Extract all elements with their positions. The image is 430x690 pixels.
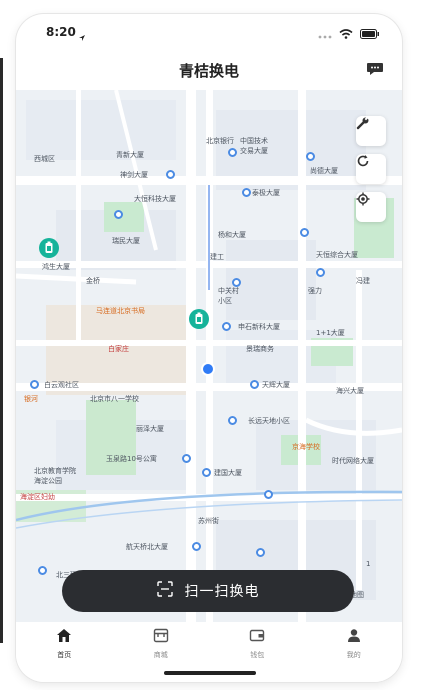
map-label: 白家庄 bbox=[108, 345, 129, 353]
map-label: 马连道北京书局 bbox=[96, 307, 145, 315]
map-label: 京海学校 bbox=[292, 443, 320, 451]
map-label: 西城区 bbox=[34, 155, 55, 163]
map-label: 苏州街 bbox=[198, 517, 219, 525]
shop-icon bbox=[153, 628, 169, 647]
poi-marker bbox=[250, 380, 259, 389]
poi-marker bbox=[228, 416, 237, 425]
map-label: 北京教育学院 bbox=[34, 467, 76, 475]
message-icon[interactable] bbox=[366, 61, 384, 81]
status-bar: 8:20 bbox=[16, 14, 402, 46]
poi-marker bbox=[192, 542, 201, 551]
map-label: 1+1大厦 bbox=[316, 329, 345, 337]
user-icon bbox=[346, 628, 362, 647]
map-label: 时代网络大厦 bbox=[332, 457, 374, 465]
poi-marker bbox=[316, 268, 325, 277]
page-title: 青桔换电 bbox=[178, 62, 239, 80]
map-label: 神剑大厦 bbox=[120, 171, 148, 179]
scan-swap-button[interactable]: 扫一扫换电 bbox=[62, 570, 354, 612]
poi-marker bbox=[264, 490, 273, 499]
map-label: 中国技术 bbox=[240, 137, 268, 145]
locate-me-button[interactable] bbox=[356, 192, 386, 222]
refresh-map-button[interactable] bbox=[356, 154, 386, 184]
signal-dots-icon bbox=[318, 24, 332, 43]
map-label: 申石新科大厦 bbox=[238, 323, 280, 331]
map-label: 泰极大厦 bbox=[252, 189, 280, 197]
map-label: 银河 bbox=[24, 395, 38, 403]
home-indicator bbox=[164, 671, 256, 675]
status-time: 8:20 bbox=[46, 25, 76, 39]
map-label: 玉泉路10号公寓 bbox=[106, 455, 157, 463]
poi-marker bbox=[306, 152, 315, 161]
tab-profile[interactable]: 我的 bbox=[306, 622, 403, 682]
wallet-icon bbox=[249, 628, 265, 647]
map-label: 尚德大厦 bbox=[310, 167, 338, 175]
repair-tool-button[interactable] bbox=[356, 116, 386, 146]
map-label: 小区 bbox=[218, 297, 232, 305]
scan-button-label: 扫一扫换电 bbox=[184, 584, 260, 600]
map-label: 交易大厦 bbox=[240, 147, 268, 155]
wifi-icon bbox=[339, 24, 353, 43]
map-label: 建国大厦 bbox=[214, 469, 242, 477]
map-label: 鸿生大厦 bbox=[42, 263, 70, 271]
map-label: 天恒综合大厦 bbox=[316, 251, 358, 259]
map-label: 北京银行 bbox=[206, 137, 234, 145]
poi-marker bbox=[300, 228, 309, 237]
map-label: 建工 bbox=[210, 253, 224, 261]
map-label: 航天桥北大厦 bbox=[126, 543, 168, 551]
tab-label: 首页 bbox=[57, 651, 72, 659]
map-label: 景瑞商务 bbox=[246, 345, 274, 353]
poi-marker bbox=[222, 322, 231, 331]
backdrop-edge-line bbox=[0, 58, 3, 643]
poi-marker bbox=[256, 548, 265, 557]
map-view[interactable]: 西城区 北京银行 中国技术 交易大厦 青新大厦 神剑大厦 尚德大厦 大恒科技大厦… bbox=[16, 90, 402, 622]
poi-marker bbox=[30, 380, 39, 389]
poi-marker bbox=[182, 454, 191, 463]
phone-screen: 8:20 青桔换电 西城区 北京银行 中国技术 交易大厦 青新大厦 神剑大厦 尚… bbox=[16, 14, 402, 682]
map-label: 长远天地小区 bbox=[248, 417, 290, 425]
tab-home[interactable]: 首页 bbox=[16, 622, 113, 682]
map-roads bbox=[16, 90, 402, 622]
header-bar: 青桔换电 bbox=[16, 54, 402, 90]
map-label: 北京市八一学校 bbox=[90, 395, 139, 403]
map-label: 海淀公园 bbox=[34, 477, 62, 485]
map-label: 青新大厦 bbox=[116, 151, 144, 159]
map-label: 海兴大厦 bbox=[336, 387, 364, 395]
tab-label: 我的 bbox=[346, 651, 361, 659]
map-label: 强力 bbox=[308, 287, 322, 295]
poi-marker bbox=[166, 170, 175, 179]
status-icons bbox=[318, 24, 380, 43]
map-label: 瑞民大厦 bbox=[112, 237, 140, 245]
map-label: 天辉大厦 bbox=[262, 381, 290, 389]
map-label: 中关村 bbox=[218, 287, 239, 295]
poi-marker bbox=[38, 566, 47, 575]
map-label: 海淀区妇幼 bbox=[20, 493, 55, 501]
map-label: 1 bbox=[366, 560, 371, 568]
poi-marker bbox=[242, 188, 251, 197]
map-label: 白云观社区 bbox=[44, 381, 79, 389]
tab-label: 商城 bbox=[153, 651, 168, 659]
poi-marker bbox=[114, 210, 123, 219]
battery-icon bbox=[360, 24, 380, 43]
map-label: 冯建 bbox=[356, 277, 370, 285]
map-label: 杨和大厦 bbox=[218, 231, 246, 239]
map-label: 金桥 bbox=[86, 277, 100, 285]
home-icon bbox=[56, 628, 72, 647]
map-label: 大恒科技大厦 bbox=[134, 195, 176, 203]
poi-marker bbox=[228, 148, 237, 157]
map-label: 丽泽大厦 bbox=[136, 425, 164, 433]
tab-label: 钱包 bbox=[250, 651, 265, 659]
poi-marker bbox=[202, 468, 211, 477]
poi-marker bbox=[232, 278, 241, 287]
location-arrow-icon bbox=[78, 27, 86, 46]
scan-icon bbox=[156, 581, 173, 601]
